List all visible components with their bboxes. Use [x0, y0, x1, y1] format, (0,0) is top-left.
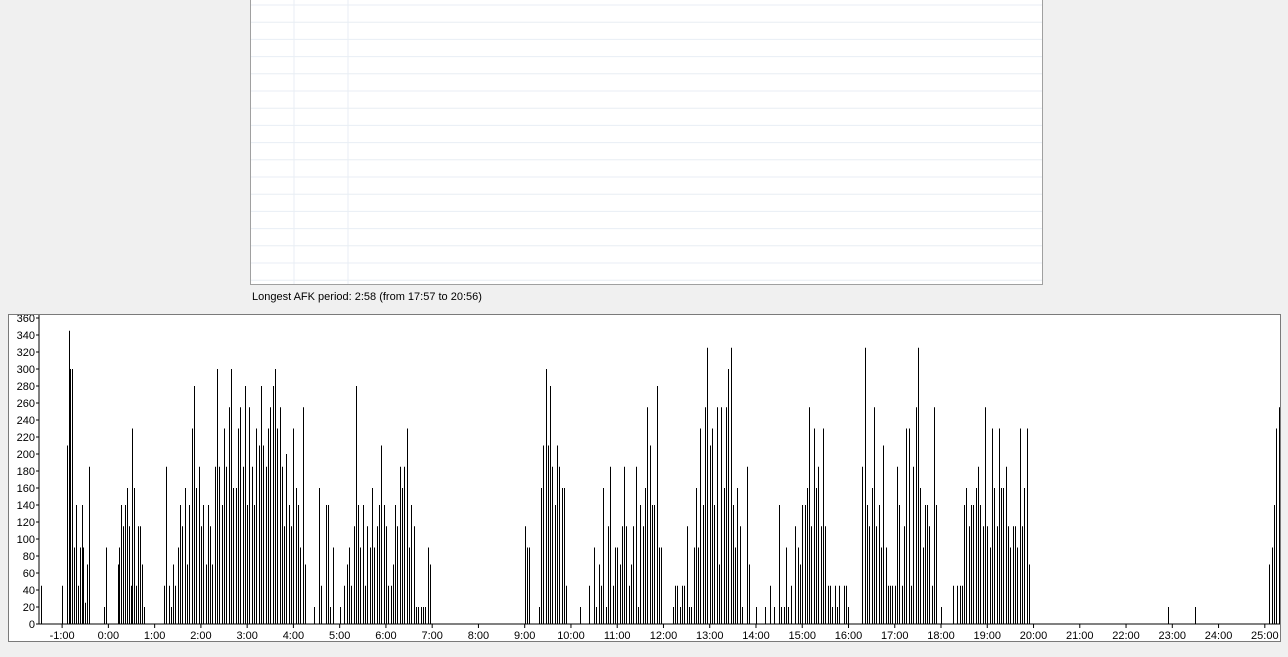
x-tick-label: 6:00 — [375, 630, 396, 642]
x-tick-label: 12:00 — [650, 630, 678, 642]
y-tick-label: 120 — [17, 517, 35, 529]
x-tick-label: 21:00 — [1066, 630, 1094, 642]
x-tick-label: 2:00 — [190, 630, 211, 642]
y-tick-label: 300 — [17, 364, 35, 376]
bar-series — [41, 330, 1280, 624]
y-tick-label: 100 — [17, 534, 35, 546]
y-tick-label: 220 — [17, 432, 35, 444]
y-tick-label: 280 — [17, 381, 35, 393]
x-tick-label: 10:00 — [557, 630, 585, 642]
x-tick-label: 16:00 — [835, 630, 863, 642]
x-tick-label: 23:00 — [1159, 630, 1187, 642]
table-grid — [251, 0, 1042, 284]
x-tick-label: 25:00 — [1251, 630, 1279, 642]
x-tick-label: 14:00 — [742, 630, 770, 642]
y-tick-label: 180 — [17, 466, 35, 478]
y-tick-label: 20 — [23, 602, 35, 614]
activity-chart: 0 20 40 60 80 100 120 140 160 180 200 220 240 260 280 3… — [8, 314, 1281, 642]
y-tick-label: 340 — [17, 330, 35, 342]
y-tick-label: 200 — [17, 449, 35, 461]
y-tick-label: 260 — [17, 398, 35, 410]
x-tick-label: 1:00 — [144, 630, 165, 642]
x-tick-label: 9:00 — [514, 630, 535, 642]
y-tick-label: 240 — [17, 415, 35, 427]
x-tick-label: 18:00 — [927, 630, 955, 642]
x-tick-label: 5:00 — [329, 630, 350, 642]
x-tick-label: 22:00 — [1112, 630, 1140, 642]
y-tick-label: 320 — [17, 347, 35, 359]
x-tick-label: 11:00 — [604, 630, 631, 642]
y-tick-label: 140 — [17, 500, 35, 512]
y-tick-label: 40 — [23, 585, 35, 597]
x-tick-label: 17:00 — [881, 630, 909, 642]
x-tick-label: 8:00 — [468, 630, 489, 642]
x-tick-label: -1:00 — [50, 630, 75, 642]
y-axis: 0 20 40 60 80 100 120 140 160 180 200 220 240 260 280 3… — [17, 315, 40, 631]
x-tick-label: 0:00 — [98, 630, 119, 642]
y-tick-label: 60 — [23, 568, 35, 580]
x-tick-label: 15:00 — [788, 630, 816, 642]
x-tick-label: 4:00 — [283, 630, 304, 642]
x-tick-label: 20:00 — [1020, 630, 1048, 642]
x-tick-label: 3:00 — [236, 630, 257, 642]
x-axis: -1:00 0:00 1:00 2:00 3:00 4:00 5:00 6:00 7:00 8:0… — [39, 623, 1280, 642]
y-tick-label: 0 — [29, 619, 35, 631]
x-tick-label: 13:00 — [696, 630, 724, 642]
data-table-panel[interactable] — [250, 0, 1043, 285]
y-tick-label: 360 — [17, 315, 35, 325]
y-tick-label: 80 — [23, 551, 35, 563]
x-tick-label: 19:00 — [974, 630, 1002, 642]
longest-afk-label: Longest AFK period: 2:58 (from 17:57 to … — [252, 291, 482, 303]
x-tick-label: 7:00 — [421, 630, 442, 642]
y-tick-label: 160 — [17, 483, 35, 495]
activity-bar-chart: 0 20 40 60 80 100 120 140 160 180 200 220 240 260 280 3… — [17, 315, 1280, 642]
x-tick-label: 24:00 — [1205, 630, 1233, 642]
